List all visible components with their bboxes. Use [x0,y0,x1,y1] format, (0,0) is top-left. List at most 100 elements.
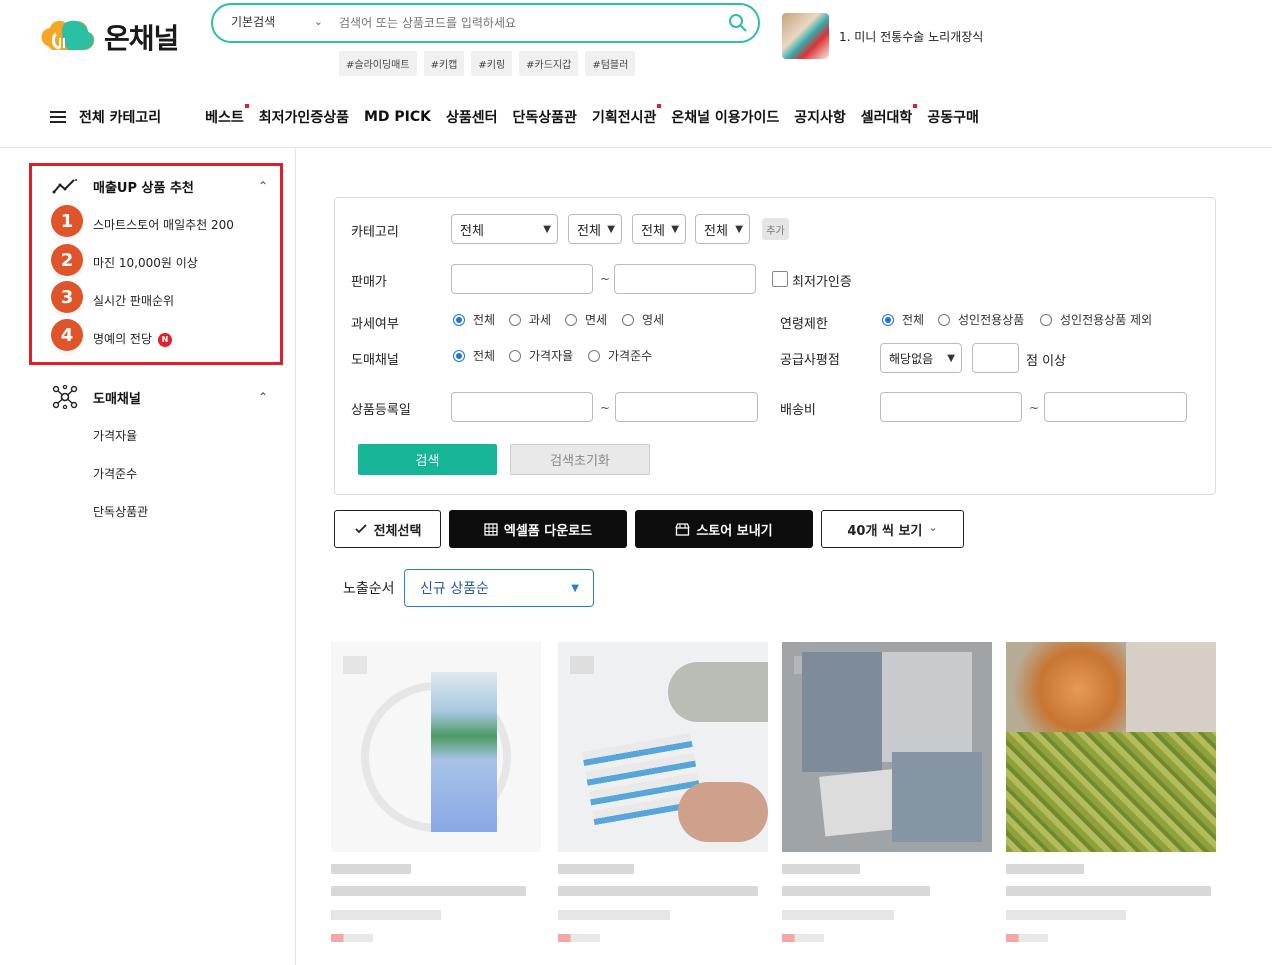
blurred-text [1006,886,1211,896]
nav-item-lowest-price[interactable]: 최저가인증상품 [259,107,349,127]
search-input[interactable] [331,16,718,30]
logo-text: 온채널 [104,22,179,55]
shipping-min-input[interactable] [880,392,1022,422]
search-scope-select[interactable]: 기본검색 ⌄ [213,5,331,41]
nav-item-guide[interactable]: 온채널 이용가이드 [671,107,779,127]
logo[interactable]: 온채널 [38,14,188,60]
supplier-rating-suffix: 점 이상 [1026,354,1067,369]
product-image [1006,642,1216,852]
chevron-up-icon[interactable]: ⌃ [258,390,268,404]
header-divider [0,147,1272,148]
age-radio-exclude-adult[interactable]: 성인전용상품 제외 [1040,311,1152,328]
sidebar-item-hall-of-fame[interactable]: 명예의 전당 N [93,330,173,347]
category-select-3[interactable]: 전체 ▼ [632,214,686,244]
nav-label: 상품센터 [446,110,498,126]
nav-item-exclusive[interactable]: 단독상품관 [513,107,577,127]
supplier-rating-select[interactable]: 해당없음 ▼ [880,343,962,373]
radio [588,349,600,362]
tag-chip[interactable]: #텀블러 [585,51,636,76]
price-max-input[interactable] [614,264,756,294]
radio-label: 성인전용상품 제외 [1060,313,1153,327]
all-category-button[interactable]: 전체 카테고리 [50,107,161,127]
sidebar-item-ranking[interactable]: 실시간 판매순위 [93,292,174,309]
sidebar-item-price-free[interactable]: 가격자율 [93,427,137,444]
blurred-price [331,910,441,920]
nav-item-seller-univ[interactable]: 셀러대학 [861,104,918,127]
sort-select[interactable]: 신규 상품순 ▼ [404,569,594,607]
category-select-1[interactable]: 전체 ▼ [451,214,558,244]
category-select-2[interactable]: 전체 ▼ [568,214,622,244]
tax-radio-all[interactable]: 전체 [453,311,495,328]
tag-chip[interactable]: #카드지갑 [519,51,579,76]
trend-up-icon [52,179,77,194]
section-sales-up-header[interactable]: 매출UP 상품 추천 ⌃ [52,176,268,196]
lowest-price-checkbox[interactable] [772,271,788,287]
product-image [558,642,768,852]
shipping-max-input[interactable] [1044,392,1187,422]
select-value: 전체 [460,223,484,239]
sidebar-item-margin[interactable]: 마진 10,000원 이상 [93,254,198,271]
tax-radio-exempt[interactable]: 면세 [565,311,607,328]
price-min-input[interactable] [451,264,593,294]
button-label: 스토어 보내기 [696,523,773,539]
section-wholesale-header[interactable]: 도매채널 ⌃ [52,385,268,409]
chevron-down-icon: ▼ [735,223,743,235]
promo-banner[interactable]: 1. 미니 전통수술 노리개장식 [782,13,983,59]
reset-button[interactable]: 검색초기화 [510,444,650,475]
add-category-button[interactable]: 추가 [762,218,789,240]
excel-download-button[interactable]: 엑셀폼 다운로드 [449,510,627,548]
product-card[interactable] [558,642,768,942]
per-page-select[interactable]: 40개 씩 보기 ⌄ [821,510,964,548]
search-button[interactable] [718,5,758,41]
nav-item-group-buy[interactable]: 공동구매 [927,107,979,127]
search-submit-button[interactable]: 검색 [358,444,497,475]
age-radio-all[interactable]: 전체 [882,311,924,328]
nav-item-exhibition[interactable]: 기획전시관 [592,104,662,127]
range-separator: ~ [1029,401,1040,415]
promo-thumbnail [782,13,829,59]
supplier-rating-input[interactable] [972,343,1019,373]
nav-item-best[interactable]: 베스트 [205,104,249,127]
channel-radio-all[interactable]: 전체 [453,347,495,364]
regdate-start-input[interactable] [451,392,593,422]
supplier-rating-label: 공급사평점 [780,353,840,368]
product-card[interactable] [331,642,541,942]
select-all-button[interactable]: 전체선택 [334,510,441,548]
chevron-up-icon[interactable]: ⌃ [258,179,268,193]
new-dot [913,104,918,108]
sidebar-item-smartstore[interactable]: 스마트스토어 매일추천 200 [93,216,234,233]
blurred-tag [1006,934,1048,942]
radio-selected [882,313,894,326]
product-card[interactable] [782,642,992,942]
spreadsheet-icon [484,522,498,536]
sidebar-item-exclusive[interactable]: 단독상품관 [93,503,148,520]
section-title: 매출UP 상품 추천 [93,180,194,196]
tag-chip[interactable]: #키캡 [423,51,465,76]
nav-item-product-center[interactable]: 상품센터 [446,107,498,127]
send-to-store-button[interactable]: 스토어 보내기 [635,510,813,548]
age-radio-adult[interactable]: 성인전용상품 [938,311,1024,328]
chevron-down-icon: ▼ [543,223,551,235]
channel-radio-free[interactable]: 가격자율 [509,347,573,364]
chevron-down-icon: ▼ [671,223,679,235]
radio-label: 전체 [473,313,496,327]
product-card[interactable] [1006,642,1216,942]
number-badge: 1 [51,205,83,237]
nav-item-notice[interactable]: 공지사항 [794,107,846,127]
nav-item-md-pick[interactable]: MD PICK [364,109,431,125]
tag-chip[interactable]: #키링 [471,51,513,76]
radio-label: 가격준수 [608,349,653,363]
channel-radio-fixed[interactable]: 가격준수 [588,347,652,364]
hamburger-icon [50,111,66,123]
tax-radio-taxable[interactable]: 과세 [509,311,551,328]
popular-tags: #슬라이딩매트 #키캡 #키링 #카드지갑 #텀블러 [339,51,636,76]
tax-radio-zero[interactable]: 영세 [622,311,664,328]
category-select-4[interactable]: 전체 ▼ [695,214,750,244]
product-image [331,642,541,852]
regdate-end-input[interactable] [615,392,758,422]
search-scope-label: 기본검색 [231,15,276,29]
sidebar-item-price-fixed[interactable]: 가격준수 [93,465,137,482]
store-icon [675,522,690,536]
tag-chip[interactable]: #슬라이딩매트 [339,51,417,76]
nav-label: 베스트 [205,110,244,126]
